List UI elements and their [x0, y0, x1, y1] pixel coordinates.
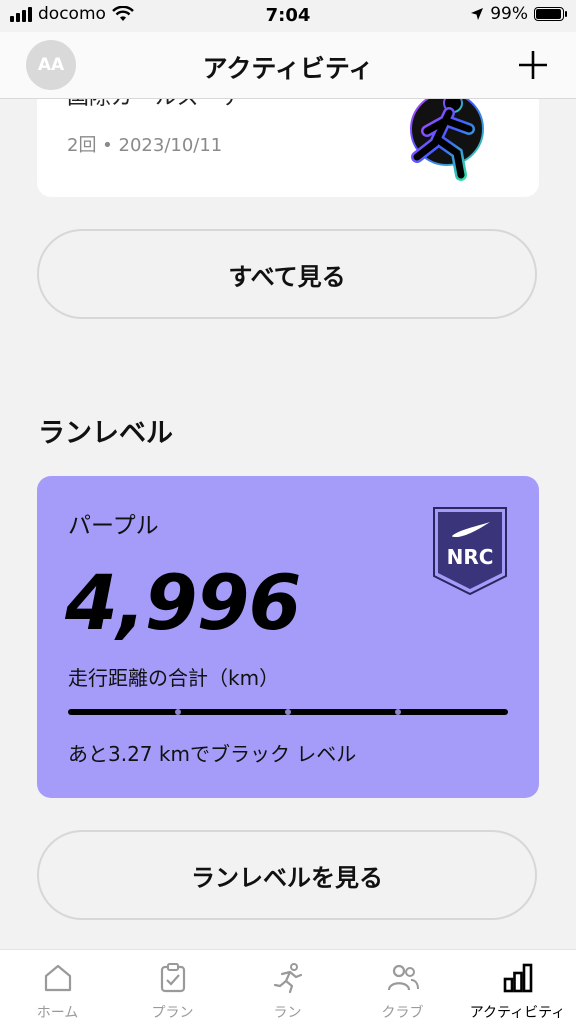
see-all-button[interactable]: すべて見る: [37, 229, 537, 319]
running-figure-badge-icon: [410, 99, 484, 181]
tab-label: プラン: [151, 1005, 194, 1021]
svg-text:NRC: NRC: [447, 545, 494, 569]
app-header: AA アクティビティ: [0, 32, 576, 99]
distance-label: 走行距離の合計（km）: [68, 666, 280, 690]
tab-plan[interactable]: プラン: [115, 950, 230, 1025]
bar-chart-icon: [503, 963, 533, 993]
view-run-level-button[interactable]: ランレベルを見る: [37, 830, 537, 920]
tab-bar: ホーム プラン ラン クラブ アクティビティ: [0, 949, 576, 1025]
achievement-meta: 2回 • 2023/10/11: [67, 135, 223, 156]
level-progress-bar: [68, 709, 508, 715]
battery-icon: [534, 7, 567, 21]
tab-label: ホーム: [36, 1005, 79, 1021]
plus-icon[interactable]: [516, 48, 550, 82]
runner-icon: [273, 963, 303, 994]
tab-club[interactable]: クラブ: [345, 950, 460, 1025]
tab-label: アクティビティ: [469, 1005, 566, 1021]
location-arrow-icon: [471, 8, 484, 20]
activity-content[interactable]: 国際ガールズ・デー 2回 • 2023/10/11 すべて見る ランレベル パー…: [0, 99, 576, 949]
remaining-distance-text: あと3.27 kmでブラック レベル: [68, 742, 357, 766]
level-name: パープル: [68, 513, 159, 539]
achievement-title: 国際ガールズ・デー: [67, 99, 265, 111]
status-bar: docomo 7:04 99%: [0, 0, 576, 32]
run-level-heading: ランレベル: [38, 418, 173, 449]
people-icon: [387, 964, 419, 991]
page-title: アクティビティ: [202, 54, 374, 83]
status-right: 99%: [470, 4, 567, 24]
tab-label: クラブ: [381, 1005, 424, 1021]
achievement-card[interactable]: 国際ガールズ・デー 2回 • 2023/10/11: [37, 99, 539, 197]
tab-activity[interactable]: アクティビティ: [460, 950, 575, 1025]
tab-home[interactable]: ホーム: [0, 950, 115, 1025]
battery-percent: 99%: [490, 4, 528, 24]
nrc-badge-icon: NRC: [433, 507, 507, 596]
home-icon: [44, 964, 72, 992]
total-distance: 4,996: [65, 558, 301, 647]
tab-label: ラン: [273, 1005, 302, 1021]
clipboard-check-icon: [160, 963, 186, 993]
tab-run[interactable]: ラン: [230, 950, 345, 1025]
run-level-card[interactable]: パープル 4,996 走行距離の合計（km） あと3.27 kmでブラック レベ…: [37, 476, 539, 798]
